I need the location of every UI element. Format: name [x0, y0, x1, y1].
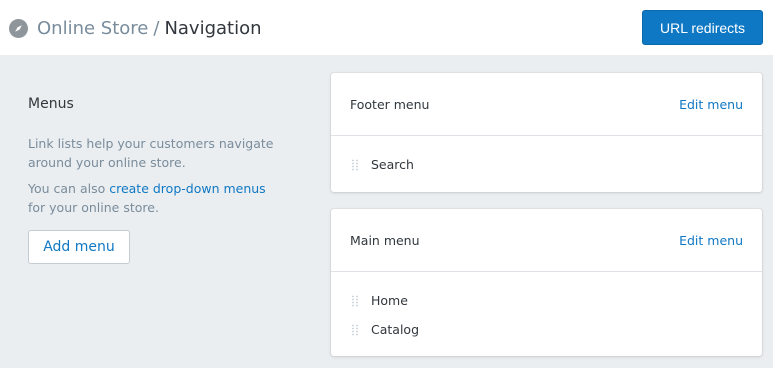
- menu-items-list: Home Catalog: [331, 272, 762, 356]
- edit-menu-link[interactable]: Edit menu: [679, 233, 743, 248]
- menus-dropdown-hint: You can also create drop-down menus for …: [28, 179, 298, 217]
- menu-item[interactable]: Search: [350, 150, 743, 179]
- menus-heading: Menus: [28, 96, 298, 112]
- card-header: Main menu Edit menu: [331, 209, 762, 272]
- drag-handle-icon[interactable]: [352, 295, 358, 307]
- menus-sidebar: Menus Link lists help your customers nav…: [28, 96, 298, 264]
- edit-menu-link[interactable]: Edit menu: [679, 97, 743, 112]
- breadcrumb-separator: /: [153, 18, 159, 39]
- menu-title[interactable]: Main menu: [350, 233, 420, 248]
- compass-icon: [9, 19, 28, 38]
- page-title: Navigation: [164, 18, 261, 39]
- add-menu-button[interactable]: Add menu: [28, 230, 130, 264]
- menu-title[interactable]: Footer menu: [350, 97, 429, 112]
- url-redirects-button[interactable]: URL redirects: [642, 10, 763, 45]
- menu-item-label: Home: [371, 293, 408, 308]
- menu-item[interactable]: Catalog: [350, 315, 743, 344]
- card-header: Footer menu Edit menu: [331, 73, 762, 136]
- dropdown-hint-suffix: for your online store.: [28, 200, 159, 215]
- menu-item[interactable]: Home: [350, 286, 743, 315]
- menu-items-list: Search: [331, 136, 762, 192]
- top-bar: Online Store / Navigation URL redirects: [0, 0, 773, 55]
- drag-handle-icon[interactable]: [352, 159, 358, 171]
- dropdown-hint-prefix: You can also: [28, 181, 109, 196]
- footer-menu-card: Footer menu Edit menu Search: [331, 73, 762, 192]
- create-dropdown-menus-link[interactable]: create drop-down menus: [109, 181, 265, 196]
- menus-description: Link lists help your customers navigate …: [28, 134, 278, 172]
- breadcrumb: Online Store / Navigation: [9, 17, 262, 39]
- drag-handle-icon[interactable]: [352, 324, 358, 336]
- breadcrumb-online-store[interactable]: Online Store: [37, 18, 148, 39]
- menu-item-label: Search: [371, 157, 414, 172]
- main-menu-card: Main menu Edit menu Home Catalog: [331, 209, 762, 356]
- menu-item-label: Catalog: [371, 322, 419, 337]
